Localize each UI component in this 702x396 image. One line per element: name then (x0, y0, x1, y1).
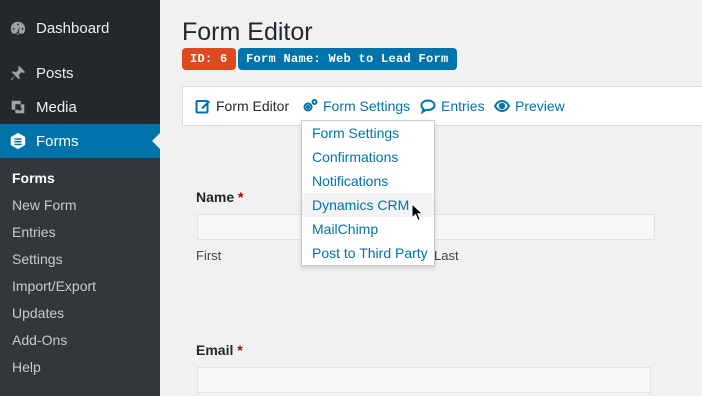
email-field-label: Email * (196, 342, 243, 358)
media-icon (0, 98, 36, 116)
forms-icon (0, 132, 36, 150)
edit-icon (195, 100, 210, 114)
form-name-badge: Form Name: Web to Lead Form (238, 48, 457, 70)
toolbar-preview[interactable]: Preview (494, 87, 565, 125)
dropdown-item-form-settings[interactable]: Form Settings (302, 121, 434, 145)
submenu-item-entries[interactable]: Entries (12, 222, 56, 242)
active-arrow (152, 133, 160, 149)
toolbar-form-editor[interactable]: Form Editor (195, 87, 289, 125)
admin-sidebar: Dashboard Posts Media Forms Forms New Fo… (0, 0, 160, 396)
name-label-text: Name (196, 189, 235, 205)
mouse-cursor-icon (411, 203, 424, 222)
submenu-item-help[interactable]: Help (12, 357, 41, 377)
sidebar-item-label: Posts (36, 64, 74, 82)
pin-icon (0, 64, 36, 82)
submenu-item-forms[interactable]: Forms (12, 168, 55, 188)
dashboard-icon (0, 19, 36, 37)
forms-submenu: Forms New Form Entries Settings Import/E… (0, 158, 160, 396)
sidebar-item-label: Forms (36, 132, 79, 150)
dropdown-item-notifications[interactable]: Notifications (302, 169, 434, 193)
submenu-item-updates[interactable]: Updates (12, 303, 64, 323)
form-canvas: Name * First Last Email * (182, 126, 702, 396)
form-id-badge: ID: 6 (182, 48, 236, 70)
email-label-text: Email (196, 342, 234, 358)
toolbar-label: Entries (441, 98, 485, 114)
sidebar-item-posts[interactable]: Posts (0, 56, 160, 90)
email-input[interactable] (197, 367, 651, 393)
required-mark: * (237, 342, 243, 358)
submenu-item-add-ons[interactable]: Add-Ons (12, 330, 67, 350)
name-field-label: Name * (196, 189, 243, 205)
form-settings-dropdown: Form Settings Confirmations Notification… (301, 120, 435, 266)
submenu-item-import-export[interactable]: Import/Export (12, 276, 96, 296)
dropdown-item-confirmations[interactable]: Confirmations (302, 145, 434, 169)
page-title: Form Editor (182, 18, 313, 46)
gears-icon (303, 99, 318, 112)
sidebar-item-media[interactable]: Media (0, 90, 160, 124)
form-toolbar: Form Editor Form Settings Entries Previe… (182, 86, 702, 126)
sidebar-item-dashboard[interactable]: Dashboard (0, 11, 160, 45)
eye-icon (494, 99, 510, 113)
first-name-sublabel: First (196, 248, 222, 263)
submenu-item-settings[interactable]: Settings (12, 249, 63, 269)
last-name-sublabel: Last (434, 248, 459, 263)
toolbar-label: Form Settings (323, 98, 411, 114)
submenu-item-new-form[interactable]: New Form (12, 195, 77, 215)
required-mark: * (238, 189, 244, 205)
toolbar-label: Form Editor (216, 98, 290, 114)
sidebar-item-label: Media (36, 98, 77, 116)
dropdown-item-post-to-third-party[interactable]: Post to Third Party (302, 241, 434, 265)
comment-icon (420, 99, 436, 114)
sidebar-item-forms[interactable]: Forms (0, 124, 160, 158)
toolbar-label: Preview (515, 98, 565, 114)
sidebar-item-label: Dashboard (36, 19, 110, 37)
